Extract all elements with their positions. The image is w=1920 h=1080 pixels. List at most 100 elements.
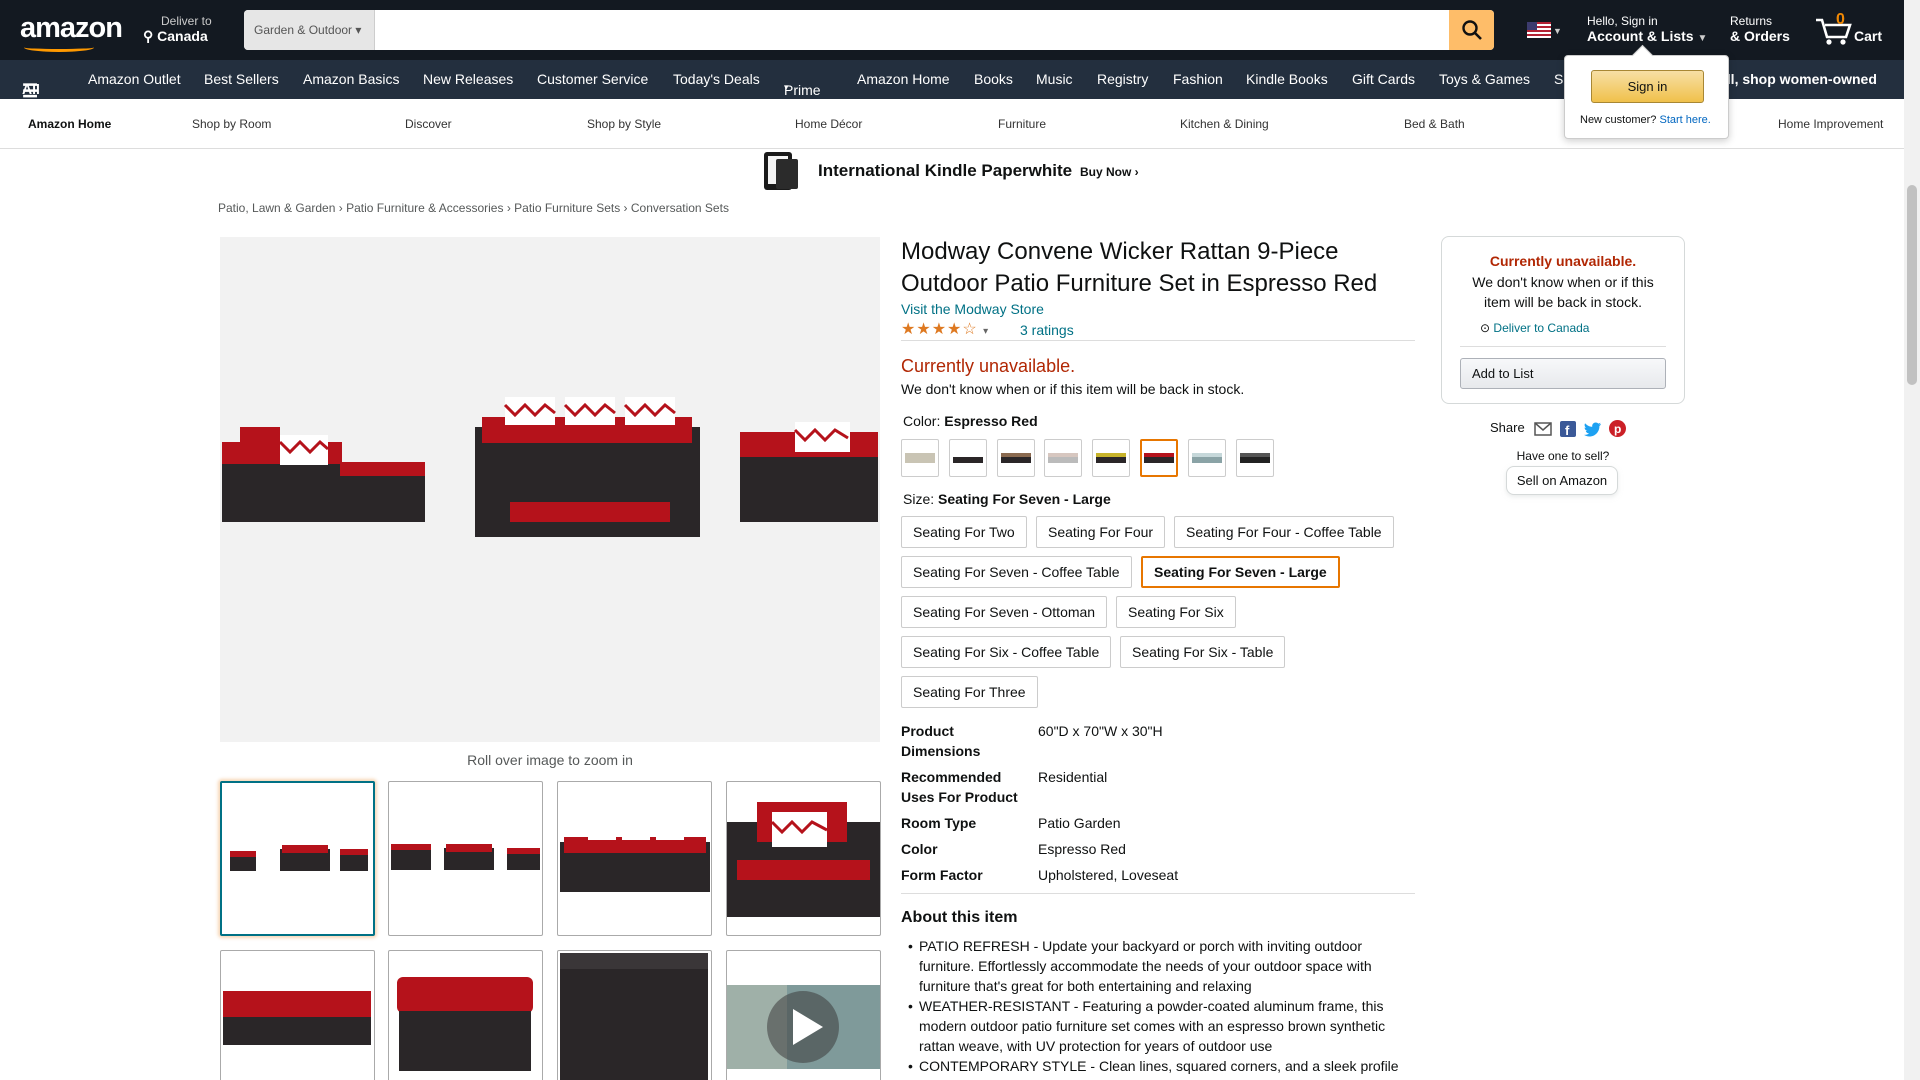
add-to-list-button[interactable]: Add to List — [1460, 358, 1666, 389]
size-option[interactable]: Seating For Seven - Coffee Table — [901, 556, 1132, 588]
subnav-bed-bath[interactable]: Bed & Bath — [1404, 117, 1465, 131]
nav-item-gift-cards[interactable]: Gift Cards — [1352, 71, 1415, 87]
thumbnail-6[interactable] — [388, 950, 543, 1080]
size-option[interactable]: Seating For Six - Coffee Table — [901, 636, 1112, 668]
subnav-amazon-home[interactable]: Amazon Home — [28, 117, 111, 131]
thumbnail-7[interactable] — [557, 950, 712, 1080]
subnav-discover[interactable]: Discover — [405, 117, 452, 131]
scrollbar-thumb[interactable] — [1907, 185, 1917, 385]
account-lists-menu[interactable]: Hello, Sign in Account & Lists ▼ — [1587, 14, 1707, 44]
color-swatch-white[interactable] — [949, 439, 987, 477]
kindle-banner[interactable]: International Kindle Paperwhite Buy Now … — [760, 150, 1140, 192]
subnav-kitchen-dining[interactable]: Kitchen & Dining — [1180, 117, 1269, 131]
spec-key: Form Factor — [901, 867, 983, 883]
new-customer-text: New customer? Start here. — [1580, 114, 1711, 126]
facebook-icon[interactable]: f — [1559, 420, 1576, 438]
search-category-dropdown[interactable]: Garden & Outdoor ▾ — [244, 10, 375, 50]
divider — [901, 893, 1415, 894]
signin-button[interactable]: Sign in — [1591, 70, 1704, 103]
nav-item-kindle-books[interactable]: Kindle Books — [1246, 71, 1328, 87]
thumbnail-3[interactable] — [557, 781, 712, 936]
breadcrumb-item[interactable]: Patio, Lawn & Garden — [218, 201, 335, 215]
twitter-icon[interactable] — [1583, 421, 1602, 437]
size-option[interactable]: Seating For Four — [1036, 516, 1166, 548]
nav-item-outlet[interactable]: Amazon Outlet — [88, 71, 181, 87]
subnav-shop-by-room[interactable]: Shop by Room — [192, 117, 271, 131]
svg-text:f: f — [1565, 423, 1570, 437]
patio-set-illustration — [222, 397, 878, 537]
size-option[interactable]: Seating For Seven - Ottoman — [901, 596, 1108, 628]
share-label: Share — [1490, 420, 1525, 435]
thumbnail-2[interactable] — [388, 781, 543, 936]
location-pin-icon: ⚲ — [143, 28, 154, 44]
subnav-home-improvement[interactable]: Home Improvement — [1778, 117, 1883, 131]
color-swatch-red[interactable] — [1140, 439, 1178, 477]
subnav-home-decor[interactable]: Home Décor — [795, 117, 862, 131]
product-title: Modway Convene Wicker Rattan 9-Piece Out… — [901, 238, 1378, 297]
color-swatch-mocha[interactable] — [997, 439, 1035, 477]
nav-item-fashion[interactable]: Fashion — [1173, 71, 1223, 87]
nav-item-books[interactable]: Books — [974, 71, 1013, 87]
nav-item-new-releases[interactable]: New Releases — [423, 71, 513, 87]
size-option[interactable]: Seating For Six — [1116, 596, 1236, 628]
banner-cta[interactable]: Buy Now › — [1080, 165, 1139, 179]
deliver-to-location[interactable]: Deliver to ⚲ Canada — [143, 14, 212, 45]
subnav-shop-by-style[interactable]: Shop by Style — [587, 117, 661, 131]
nav-item-basics[interactable]: Amazon Basics — [303, 71, 399, 87]
subnav-furniture[interactable]: Furniture — [998, 117, 1046, 131]
buybox-deliver-link[interactable]: ⊙ Deliver to Canada — [1480, 321, 1589, 335]
deliver-label: Deliver to — [161, 14, 212, 28]
search-button[interactable] — [1449, 10, 1494, 50]
language-caret-icon[interactable]: ▼ — [1553, 26, 1562, 36]
page-scrollbar[interactable] — [1904, 0, 1920, 1080]
location-pin-icon: ⊙ — [1480, 321, 1491, 335]
cart-button[interactable]: 0 Cart — [1814, 10, 1904, 50]
rating-stars[interactable]: ★★★★☆ ▾ — [901, 319, 989, 339]
spec-key: Color — [901, 841, 938, 857]
breadcrumb-item[interactable]: Patio Furniture Sets — [514, 201, 620, 215]
us-flag-icon[interactable] — [1527, 22, 1551, 38]
color-swatch-light-blue[interactable] — [1188, 439, 1226, 477]
spec-key: Product Dimensions — [901, 723, 981, 759]
size-option-selected[interactable]: Seating For Seven - Large — [1141, 556, 1340, 588]
size-option[interactable]: Seating For Two — [901, 516, 1027, 548]
email-icon[interactable] — [1534, 421, 1553, 436]
size-option[interactable]: Seating For Four - Coffee Table — [1174, 516, 1394, 548]
pinterest-icon[interactable]: p — [1609, 420, 1627, 438]
color-swatch-beige[interactable] — [901, 439, 939, 477]
availability-status: Currently unavailable. — [901, 356, 1076, 376]
nav-item-todays-deals[interactable]: Today's Deals — [673, 71, 760, 87]
returns-orders-link[interactable]: Returns & Orders — [1730, 14, 1790, 44]
buybox-note: We don't know when or if this item will … — [1472, 274, 1654, 310]
start-here-link[interactable]: Start here. — [1659, 114, 1710, 126]
size-option[interactable]: Seating For Three — [901, 676, 1038, 708]
feature-bullet: WEATHER-RESISTANT - Featuring a powder-c… — [908, 996, 1409, 1056]
thumbnail-1[interactable] — [220, 781, 375, 936]
thumbnail-5[interactable] — [220, 950, 375, 1080]
spec-key: Room Type — [901, 815, 977, 831]
nav-item-customer-service[interactable]: Customer Service — [537, 71, 648, 87]
color-swatch-black[interactable] — [1236, 439, 1274, 477]
nav-item-registry[interactable]: Registry — [1097, 71, 1148, 87]
nav-item-music[interactable]: Music — [1036, 71, 1073, 87]
nav-item-amazon-home[interactable]: Amazon Home — [857, 71, 950, 87]
amazon-logo[interactable]: amazon — [20, 12, 123, 52]
breadcrumb-item[interactable]: Patio Furniture & Accessories — [346, 201, 503, 215]
nav-item-truncated[interactable]: S — [1554, 71, 1563, 87]
caret-down-icon: ▾ — [355, 23, 362, 37]
nav-promo[interactable]: all, shop women-owned — [1719, 71, 1877, 87]
size-option[interactable]: Seating For Six - Table — [1120, 636, 1286, 668]
thumbnail-4[interactable] — [726, 781, 881, 936]
spec-value: 60"D x 70"W x 30"H — [1038, 723, 1163, 739]
color-swatch-gray[interactable] — [1044, 439, 1082, 477]
sell-on-amazon-button[interactable]: Sell on Amazon — [1506, 466, 1618, 495]
nav-item-toys-games[interactable]: Toys & Games — [1439, 71, 1530, 87]
ratings-count[interactable]: 3 ratings — [1020, 322, 1074, 338]
thumbnail-video[interactable] — [726, 950, 881, 1080]
breadcrumb-item[interactable]: Conversation Sets — [631, 201, 729, 215]
nav-item-best-sellers[interactable]: Best Sellers — [204, 71, 279, 87]
color-swatch-yellow[interactable] — [1092, 439, 1130, 477]
main-product-image[interactable] — [220, 237, 880, 742]
search-input[interactable] — [375, 10, 1442, 50]
store-link[interactable]: Visit the Modway Store — [901, 301, 1044, 317]
